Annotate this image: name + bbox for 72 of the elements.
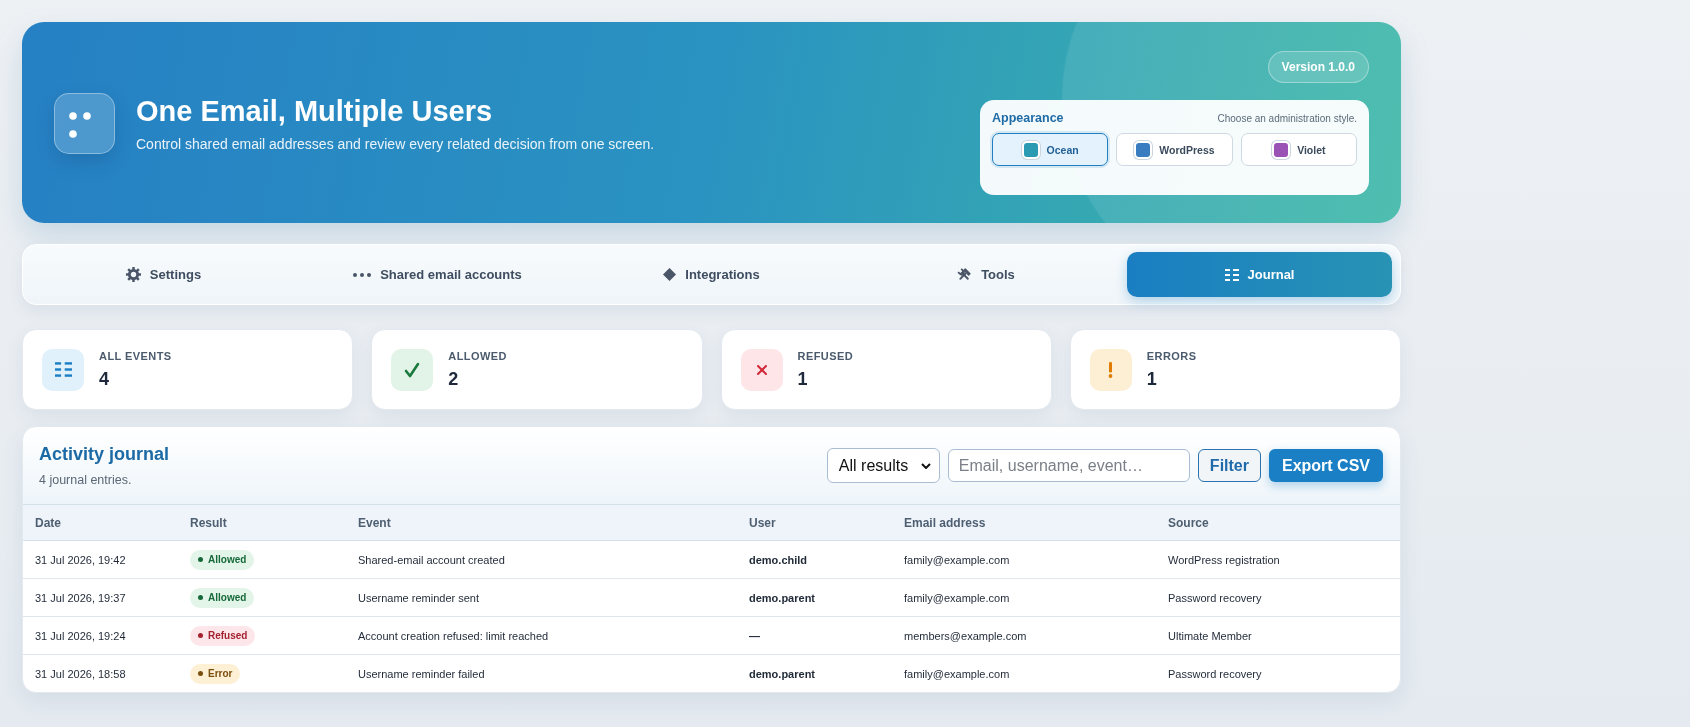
table-cell: WordPress registration <box>1156 540 1400 579</box>
table-cell: Shared-email account created <box>346 540 737 579</box>
status-dot-icon <box>198 633 203 638</box>
nav-tab[interactable]: Journal <box>1127 252 1392 297</box>
nav-tab[interactable]: Integrations <box>579 252 844 297</box>
column-header: Email address <box>892 504 1156 541</box>
status-label: Allowed <box>208 554 247 565</box>
theme-button[interactable]: Violet <box>1240 133 1357 166</box>
column-header: Event <box>346 504 737 541</box>
result-select[interactable]: All results <box>826 448 940 483</box>
column-header: Source <box>1156 504 1400 541</box>
table-cell: 31 Jul 2026, 19:42 <box>23 540 178 579</box>
stat-value: 2 <box>448 368 459 390</box>
stat-label: ALL EVENTS <box>99 349 172 362</box>
table-cell: — <box>737 616 892 655</box>
table-cell: 31 Jul 2026, 19:37 <box>23 578 178 617</box>
gear-icon <box>125 267 141 282</box>
status-dot-icon <box>198 595 203 600</box>
version-badge: Version 1.0.0 <box>1267 51 1369 83</box>
hammer-wrench-icon <box>956 266 973 283</box>
chevron-down-icon <box>920 462 931 469</box>
table-cell: Ultimate Member <box>1156 616 1400 655</box>
export-button[interactable]: Export CSV <box>1269 449 1383 482</box>
table-cell: 31 Jul 2026, 18:58 <box>23 654 178 692</box>
status-dot-icon <box>198 557 203 562</box>
status-dot-icon <box>198 671 203 676</box>
table-cell: Account creation refused: limit reached <box>346 616 737 655</box>
app-subtitle: Control shared email addresses and review every related decision from one screen. <box>136 135 655 153</box>
stat-label: ALLOWED <box>448 349 507 362</box>
entry-count: 4 journal entries. <box>39 472 133 488</box>
cross-icon <box>740 348 783 391</box>
table-cell: demo.parent <box>737 654 892 692</box>
check-icon <box>391 348 434 391</box>
filter-button[interactable]: Filter <box>1197 449 1261 482</box>
table-cell: Username reminder failed <box>346 654 737 692</box>
appearance-title: Appearance <box>992 111 1064 125</box>
theme-button[interactable]: Ocean <box>992 133 1109 166</box>
nav-tab[interactable]: Tools <box>853 252 1118 297</box>
dots-logo-icon <box>54 92 115 154</box>
exclamation-icon <box>1089 348 1132 391</box>
list-icon <box>1224 268 1239 281</box>
stat-label: ERRORS <box>1146 349 1197 362</box>
nav-tab[interactable]: Settings <box>31 252 296 297</box>
status-label: Allowed <box>208 592 247 603</box>
nav-tab[interactable]: Shared email accounts <box>305 252 570 297</box>
theme-button[interactable]: WordPress <box>1116 133 1233 166</box>
list-icon <box>42 348 84 391</box>
diamond-icon <box>663 268 677 281</box>
table-cell: demo.child <box>737 540 892 579</box>
column-header: User <box>737 504 892 541</box>
stat-value: 4 <box>99 368 109 390</box>
table-cell: demo.parent <box>737 578 892 617</box>
stat-value: 1 <box>1146 368 1157 390</box>
stat-value: 1 <box>797 368 808 390</box>
table-cell: Password recovery <box>1156 578 1400 617</box>
table-cell: members@example.com <box>892 616 1156 655</box>
table-cell: family@example.com <box>892 540 1156 579</box>
table-cell: family@example.com <box>892 578 1156 617</box>
table-cell: Username reminder sent <box>346 578 737 617</box>
appearance-hint: Choose an administration style. <box>1217 113 1357 124</box>
column-header: Result <box>178 504 346 541</box>
table-cell: Password recovery <box>1156 654 1400 692</box>
stat-label: REFUSED <box>797 349 854 362</box>
table-cell: 31 Jul 2026, 19:24 <box>23 616 178 655</box>
app-title: One Email, Multiple Users <box>136 93 494 128</box>
dots-icon <box>353 272 372 277</box>
column-header: Date <box>23 504 178 541</box>
status-label: Refused <box>208 630 248 641</box>
table-cell: family@example.com <box>892 654 1156 692</box>
journal-title: Activity journal <box>39 443 170 465</box>
status-label: Error <box>208 668 233 679</box>
search-field[interactable]: Email, username, event… <box>947 449 1190 482</box>
